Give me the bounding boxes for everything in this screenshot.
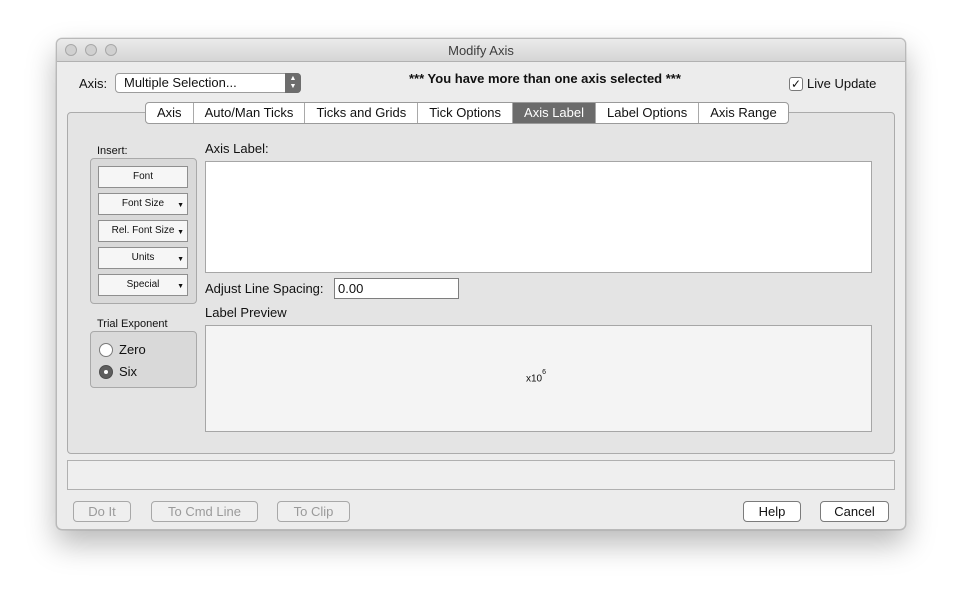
preview-base: x10: [526, 373, 543, 385]
title-bar: Modify Axis: [57, 39, 905, 62]
radio-zero[interactable]: [99, 343, 113, 357]
axis-select-value: Multiple Selection...: [124, 75, 237, 90]
live-update-label: Live Update: [807, 76, 877, 91]
insert-units-label: Units: [131, 252, 155, 263]
trial-exponent-title: Trial Exponent: [97, 318, 168, 330]
tab-axis-label[interactable]: Axis Label: [512, 103, 596, 123]
axis-label-heading: Axis Label:: [205, 141, 269, 156]
label-preview-area: x106: [205, 325, 872, 432]
insert-font-label: Font: [132, 171, 153, 182]
axis-label-textarea[interactable]: [205, 161, 872, 273]
select-arrows-icon: ▲ ▼: [285, 73, 301, 93]
line-spacing-input[interactable]: 0.00: [334, 278, 459, 299]
tab-auto-man-ticks[interactable]: Auto/Man Ticks: [192, 103, 305, 123]
dropdown-triangle-icon: ▼: [177, 256, 184, 263]
multiple-selection-warning: *** You have more than one axis selected…: [409, 71, 681, 86]
help-button[interactable]: Help: [743, 501, 801, 522]
insert-rel-font-size-label: Rel. Font Size: [111, 225, 175, 236]
insert-special-label: Special: [126, 279, 160, 290]
modify-axis-dialog: Modify Axis Axis: Multiple Selection... …: [56, 38, 906, 530]
radio-six-label: Six: [119, 364, 138, 379]
tab-tick-options[interactable]: Tick Options: [417, 103, 512, 123]
tab-bar: Axis Auto/Man Ticks Ticks and Grids Tick…: [145, 102, 789, 124]
axis-select[interactable]: Multiple Selection... ▲ ▼: [115, 73, 301, 93]
dropdown-triangle-icon: ▼: [177, 283, 184, 290]
insert-special-button[interactable]: Special ▼: [98, 274, 188, 296]
to-clip-button[interactable]: To Clip: [277, 501, 350, 522]
live-update-checkbox[interactable]: ✓: [789, 77, 803, 91]
trial-exponent-group: [90, 331, 197, 388]
preview-exponent: 6: [542, 369, 547, 376]
label-preview-heading: Label Preview: [205, 305, 287, 320]
do-it-button[interactable]: Do It: [73, 501, 131, 522]
insert-group-title: Insert:: [97, 145, 128, 157]
preview-text: x106: [526, 369, 547, 385]
to-cmd-line-button[interactable]: To Cmd Line: [151, 501, 258, 522]
cancel-button[interactable]: Cancel: [820, 501, 889, 522]
dropdown-triangle-icon: ▼: [177, 229, 184, 236]
dropdown-triangle-icon: ▼: [177, 202, 184, 209]
insert-font-size-label: Font Size: [121, 198, 165, 209]
status-bar: [67, 460, 895, 490]
insert-font-button[interactable]: Font: [98, 166, 188, 188]
tab-axis-range[interactable]: Axis Range: [698, 103, 787, 123]
tab-label-options[interactable]: Label Options: [595, 103, 698, 123]
tab-axis[interactable]: Axis: [146, 103, 193, 123]
radio-zero-label: Zero: [119, 342, 146, 357]
radio-six[interactable]: [99, 365, 113, 379]
tab-ticks-and-grids[interactable]: Ticks and Grids: [304, 103, 417, 123]
window-title: Modify Axis: [448, 43, 514, 58]
insert-units-button[interactable]: Units ▼: [98, 247, 188, 269]
axis-label: Axis:: [79, 76, 108, 91]
insert-rel-font-size-button[interactable]: Rel. Font Size ▼: [98, 220, 188, 242]
insert-font-size-button[interactable]: Font Size ▼: [98, 193, 188, 215]
line-spacing-label: Adjust Line Spacing:: [205, 281, 324, 296]
